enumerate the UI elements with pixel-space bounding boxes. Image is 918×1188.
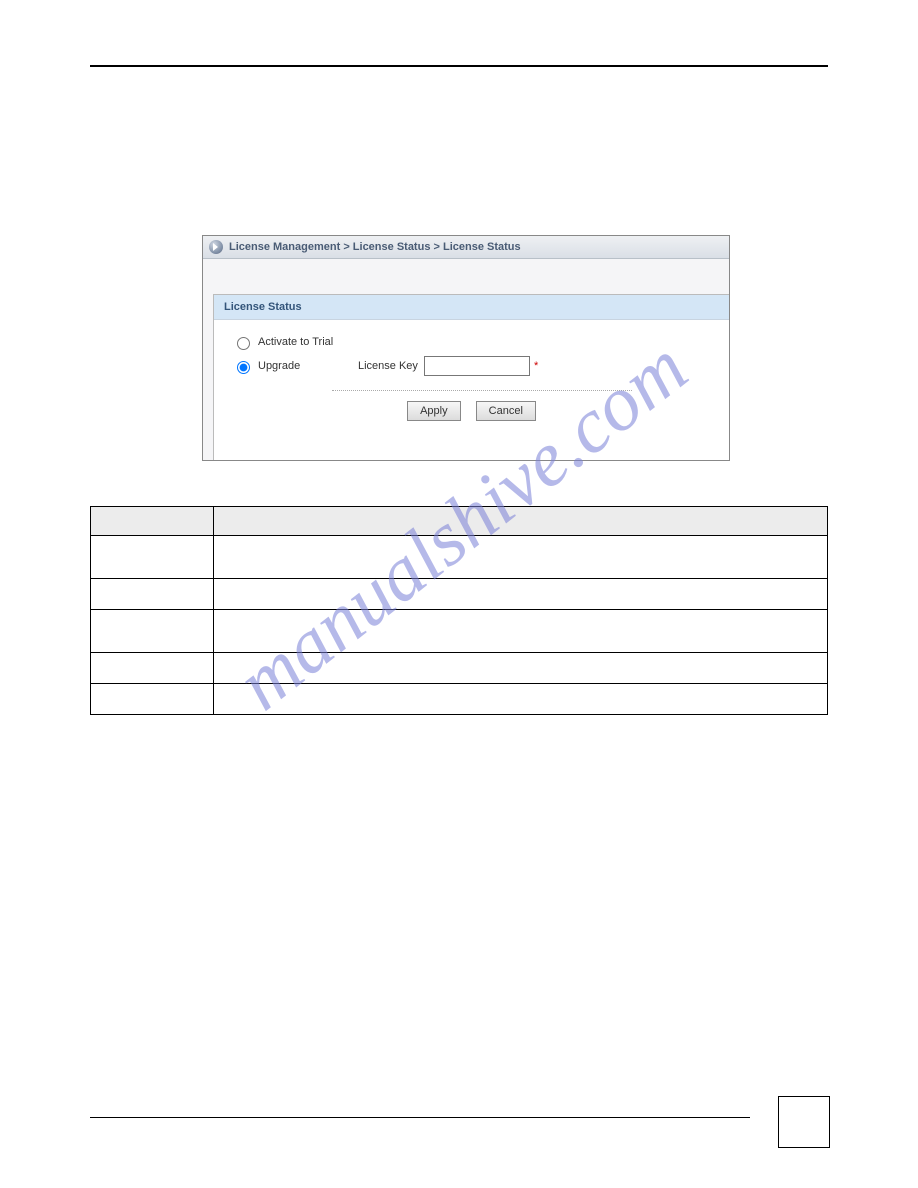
table-cell-desc	[214, 684, 828, 715]
table-cell-desc	[214, 579, 828, 610]
table-row	[91, 653, 828, 684]
license-status-panel: License Management > License Status > Li…	[202, 235, 730, 461]
table-row	[91, 684, 828, 715]
table-row	[91, 610, 828, 653]
table-cell-label	[91, 610, 214, 653]
bottom-rule	[90, 1117, 750, 1118]
table-cell-label	[91, 684, 214, 715]
breadcrumb: License Management > License Status > Li…	[203, 236, 729, 259]
cancel-button[interactable]: Cancel	[476, 401, 536, 421]
apply-button[interactable]: Apply	[407, 401, 461, 421]
table-cell-label	[91, 579, 214, 610]
arrow-circle-icon	[209, 240, 223, 254]
required-asterisk: *	[534, 360, 538, 372]
upgrade-row[interactable]: Upgrade License Key *	[232, 356, 711, 376]
table-cell-label	[91, 653, 214, 684]
table-header-desc	[214, 507, 828, 536]
divider	[332, 390, 632, 391]
activate-trial-row[interactable]: Activate to Trial	[232, 334, 711, 350]
button-row: Apply Cancel	[232, 401, 711, 421]
section-title: License Status	[214, 295, 729, 320]
table-row	[91, 579, 828, 610]
description-table	[90, 506, 828, 715]
activate-trial-label: Activate to Trial	[258, 336, 333, 348]
upgrade-radio[interactable]	[237, 361, 250, 374]
table-cell-desc	[214, 536, 828, 579]
table-cell-desc	[214, 653, 828, 684]
page-number-box	[778, 1096, 830, 1148]
upgrade-label: Upgrade	[258, 360, 358, 372]
table-cell-desc	[214, 610, 828, 653]
license-form: Activate to Trial Upgrade License Key * …	[214, 320, 729, 429]
breadcrumb-text: License Management > License Status > Li…	[229, 241, 521, 253]
table-row	[91, 536, 828, 579]
top-rule	[90, 65, 828, 67]
table-cell-label	[91, 536, 214, 579]
table-header-label	[91, 507, 214, 536]
license-key-input[interactable]	[424, 356, 530, 376]
license-status-card: License Status Activate to Trial Upgrade…	[213, 294, 729, 460]
license-key-label: License Key	[358, 360, 418, 372]
table-header-row	[91, 507, 828, 536]
activate-trial-radio[interactable]	[237, 337, 250, 350]
